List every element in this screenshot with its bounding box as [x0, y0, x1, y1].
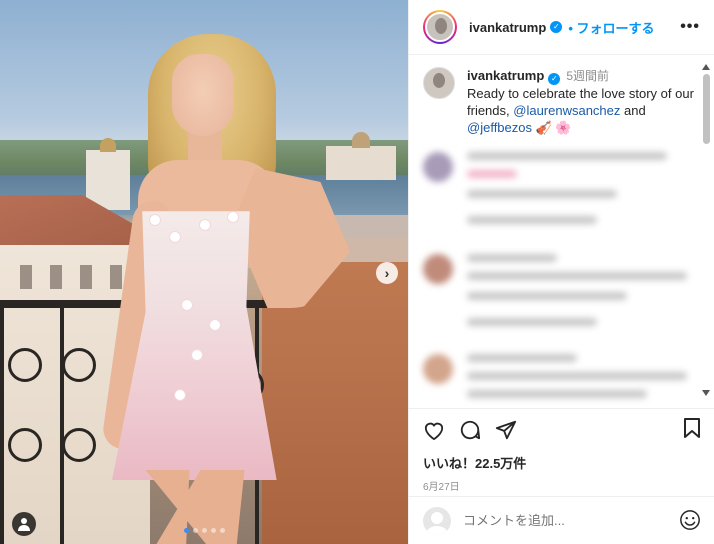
carousel-dot	[202, 528, 207, 533]
blurred-text	[467, 372, 687, 380]
next-photo-button[interactable]: ›	[376, 262, 398, 284]
face	[172, 54, 234, 136]
iron-scroll	[8, 348, 42, 382]
iron-scroll	[8, 428, 42, 462]
dress-flower	[200, 220, 210, 230]
window	[20, 265, 32, 289]
header-username[interactable]: ivankatrump	[469, 20, 546, 35]
comment-icon[interactable]	[459, 419, 481, 441]
post-caption: ivankatrump ✓ 5週間前 Ready to celebrate the …	[409, 55, 714, 136]
dress-flower	[192, 350, 202, 360]
carousel-dot	[184, 528, 189, 533]
blurred-text	[467, 272, 687, 280]
more-options-icon[interactable]: •••	[680, 18, 700, 36]
user-icon	[18, 518, 30, 531]
dress-flower	[150, 215, 160, 225]
blurred-text	[467, 318, 597, 326]
heart-icon[interactable]	[423, 420, 445, 440]
caption-emoji: 🎻 🌸	[535, 120, 572, 135]
dress-flower	[175, 390, 185, 400]
comment-list	[409, 146, 709, 398]
verified-badge-icon: ✓	[548, 73, 561, 85]
comment-input[interactable]	[463, 513, 663, 528]
blurred-text	[467, 170, 517, 178]
comment	[423, 254, 687, 310]
story-ring[interactable]	[423, 10, 457, 44]
carousel-dot	[211, 528, 216, 533]
mention-link[interactable]: @jeffbezos	[467, 120, 532, 135]
comment	[423, 318, 597, 336]
comment-avatar	[423, 354, 453, 384]
scrollbar-thumb[interactable]	[703, 74, 710, 144]
caption-avatar[interactable]	[423, 67, 455, 99]
carousel-dot	[220, 528, 225, 533]
comment	[423, 354, 687, 408]
blurred-text	[467, 190, 617, 198]
blurred-text	[467, 354, 577, 362]
blurred-text	[467, 152, 667, 160]
dress-flower	[170, 232, 180, 242]
share-icon[interactable]	[495, 419, 517, 441]
church-building	[326, 132, 396, 180]
post-actions: いいね！22.5万件 6月27日	[409, 408, 714, 498]
dress-flower	[228, 212, 238, 222]
current-user-avatar	[423, 506, 451, 535]
bookmark-icon[interactable]	[683, 417, 701, 439]
blurred-text	[467, 254, 557, 262]
follow-label: フォローする	[576, 20, 655, 36]
like-count[interactable]: いいね！22.5万件	[423, 453, 701, 472]
iron-scroll	[62, 348, 96, 382]
caption-time[interactable]: 5週間前	[566, 69, 609, 83]
tagged-users-button[interactable]	[12, 512, 36, 536]
rail	[60, 308, 64, 544]
rail	[0, 308, 4, 544]
comment	[423, 216, 597, 234]
window	[80, 265, 92, 289]
post-sidebar: ivankatrump ✓ • フォローする ••• ivankatrump ✓ 5…	[408, 0, 714, 544]
emoji-icon[interactable]	[679, 509, 701, 531]
caption-username[interactable]: ivankatrump	[467, 68, 544, 83]
dress-flower	[210, 320, 220, 330]
carousel-dot	[193, 528, 198, 533]
post-photo[interactable]: ›	[0, 0, 408, 544]
blurred-text	[467, 390, 647, 398]
post-header: ivankatrump ✓ • フォローする •••	[409, 0, 714, 55]
avatar	[425, 12, 455, 42]
separator: •	[568, 20, 573, 36]
comment-avatar	[423, 254, 453, 284]
dress-flower	[182, 300, 192, 310]
verified-badge-icon: ✓	[550, 21, 563, 33]
mention-link[interactable]: @laurenwsanchez	[513, 103, 620, 118]
window	[50, 265, 62, 289]
carousel-indicator	[184, 528, 225, 533]
blurred-text	[467, 292, 627, 300]
follow-button[interactable]: • フォローする	[568, 18, 654, 37]
window	[110, 265, 122, 289]
add-comment-bar	[409, 496, 714, 544]
scrollbar[interactable]	[702, 64, 710, 404]
comment-avatar	[423, 152, 453, 182]
scroll-down-icon[interactable]	[702, 390, 710, 396]
post-date[interactable]: 6月27日	[423, 478, 701, 493]
blurred-text	[467, 216, 597, 224]
scroll-up-icon[interactable]	[702, 64, 710, 70]
comment	[423, 152, 667, 208]
iron-scroll	[62, 428, 96, 462]
caption-text: and	[620, 103, 646, 118]
